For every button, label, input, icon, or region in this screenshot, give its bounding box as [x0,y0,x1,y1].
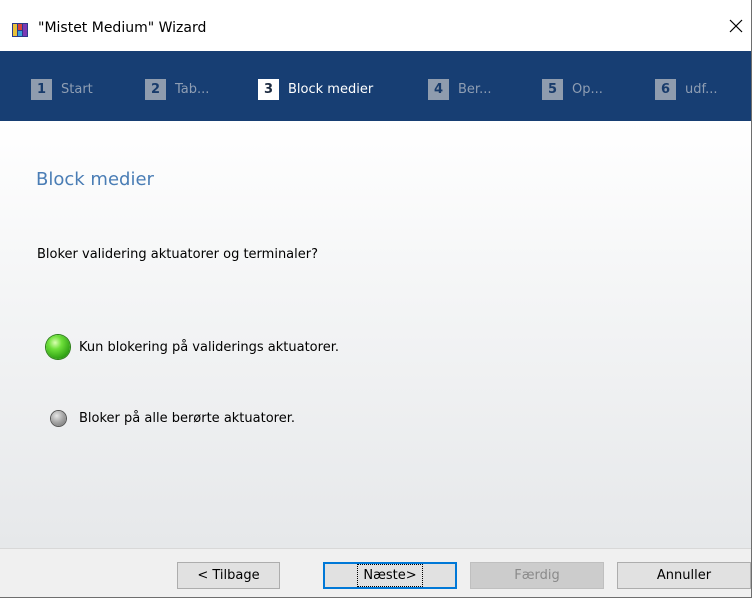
option-validation-actuators[interactable]: Kun blokering på validerings aktuatorer. [46,335,339,359]
close-icon [729,19,743,37]
step-label: Ber... [458,81,492,97]
step-label: Start [61,81,93,97]
back-button[interactable]: < Tilbage [177,562,280,589]
page-title: Block medier [36,169,154,190]
option-label: Kun blokering på validerings aktuatorer. [79,339,339,355]
step-label: Block medier [288,81,374,97]
next-button[interactable]: Næste> [323,562,457,589]
step-label: Tab... [175,81,210,97]
wizard-step-bar: 1 Start 2 Tab... 3 Block medier 4 Ber...… [0,51,751,121]
question-text: Bloker validering aktuatorer og terminal… [37,247,319,262]
radio-selected-icon[interactable] [46,335,70,359]
option-label: Bloker på alle berørte aktuatorer. [79,411,296,426]
step-number: 5 [542,78,563,100]
step-number: 3 [258,78,279,100]
step-number: 1 [31,78,52,100]
step-tables: 2 Tab... [145,78,209,100]
window-title: "Mistet Medium" Wizard [38,20,207,36]
step-block-media: 3 Block medier [258,78,373,100]
step-affected: 4 Ber... [428,78,491,100]
step-label: Op... [572,81,603,97]
step-start: 1 Start [31,78,93,100]
option-all-actuators[interactable]: Bloker på alle berørte aktuatorer. [46,411,295,426]
wizard-footer: < Tilbage Næste> Færdig Annuller [0,548,751,597]
step-number: 6 [655,78,676,100]
step-execute: 6 udf... [655,78,718,100]
step-number: 4 [428,78,449,100]
next-button-label: Næste> [357,564,423,587]
cancel-button[interactable]: Annuller [617,562,751,589]
finish-button[interactable]: Færdig [470,562,604,589]
title-bar: "Mistet Medium" Wizard [0,0,751,51]
wizard-window: "Mistet Medium" Wizard 1 Start 2 Tab... … [0,0,752,598]
radio-unselected-icon[interactable] [51,411,66,426]
wizard-content: Block medier Bloker validering aktuatore… [0,121,751,548]
step-label: udf... [685,81,718,97]
step-options: 5 Op... [542,78,603,100]
step-number: 2 [145,78,166,100]
wizard-app-icon [12,22,28,38]
close-button[interactable] [721,10,751,46]
